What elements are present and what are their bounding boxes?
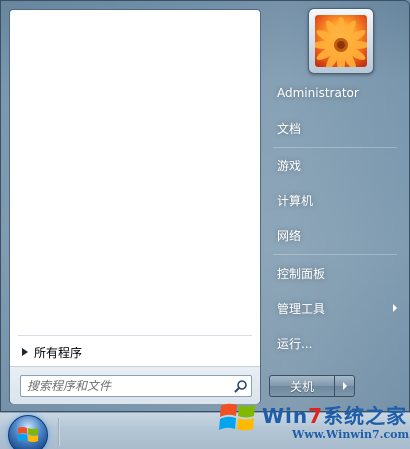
watermark-brand: Win7系统之家 <box>262 400 407 429</box>
submenu-arrow-icon <box>393 304 397 312</box>
right-item-label: 网络 <box>277 228 302 243</box>
watermark-brand-prefix: Win <box>262 404 309 428</box>
start-button[interactable] <box>4 413 52 449</box>
right-item-label: 游戏 <box>277 158 302 173</box>
right-item-label: 文档 <box>277 121 302 136</box>
right-item-label: Administrator <box>277 86 359 100</box>
start-menu: 所有程序 搜索程序和文件 Administrator 文档 游戏 计算机 网络 … <box>0 0 410 412</box>
right-item-documents[interactable]: 文档 <box>269 116 401 140</box>
watermark-url: Www.Winwin7.com <box>292 428 410 441</box>
all-programs-label: 所有程序 <box>34 345 83 360</box>
right-item-administrator[interactable]: Administrator <box>269 81 401 105</box>
program-list <box>10 10 260 334</box>
right-item-games[interactable]: 游戏 <box>269 153 401 177</box>
right-item-label: 计算机 <box>277 193 314 208</box>
shutdown-label: 关机 <box>289 379 314 394</box>
search-input[interactable] <box>21 377 231 395</box>
right-item-admin-tools[interactable]: 管理工具 <box>269 296 401 320</box>
all-programs-button[interactable]: 所有程序 <box>16 340 254 364</box>
watermark-brand-suffix: 系统之家 <box>323 404 408 428</box>
watermark: Win7系统之家 Www.Winwin7.com <box>218 398 410 449</box>
separator <box>273 254 397 255</box>
divider <box>18 335 252 336</box>
separator <box>273 147 397 148</box>
search-icon[interactable] <box>231 376 251 396</box>
watermark-brand-seven: 7 <box>308 404 324 428</box>
windows-logo-icon <box>8 415 48 449</box>
watermark-windows-logo <box>219 403 255 431</box>
right-item-label: 运行... <box>277 336 313 351</box>
shutdown-button[interactable]: 关机 <box>269 375 335 397</box>
start-menu-left-panel: 所有程序 <box>9 9 261 404</box>
right-item-network[interactable]: 网络 <box>269 223 401 247</box>
user-avatar-frame[interactable] <box>308 8 374 74</box>
flower-avatar-icon <box>315 15 367 67</box>
right-item-computer[interactable]: 计算机 <box>269 188 401 212</box>
taskbar-divider <box>58 418 60 446</box>
triangle-right-icon <box>22 348 28 356</box>
right-item-label: 控制面板 <box>277 266 326 281</box>
chevron-right-icon <box>342 382 347 390</box>
right-item-run[interactable]: 运行... <box>269 331 401 355</box>
shutdown-options-button[interactable] <box>335 375 355 397</box>
right-item-control-panel[interactable]: 控制面板 <box>269 261 401 285</box>
right-item-label: 管理工具 <box>277 301 326 316</box>
search-box[interactable] <box>20 375 252 397</box>
